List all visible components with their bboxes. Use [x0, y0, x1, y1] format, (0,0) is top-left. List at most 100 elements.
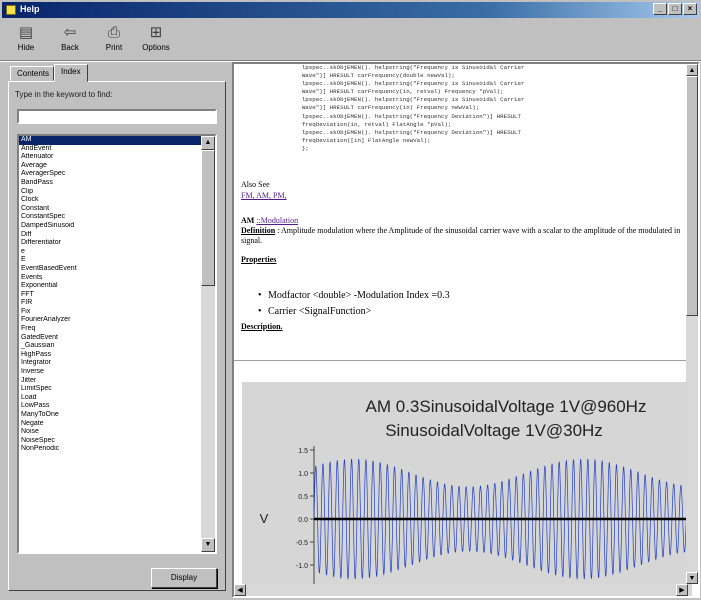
index-panel: Type in the keyword to find: AM AndEvent A… [8, 81, 226, 591]
minimize-button[interactable]: _ [653, 3, 667, 15]
index-list-item[interactable]: Average [19, 162, 201, 171]
tab-index[interactable]: Index [54, 64, 88, 82]
index-list-item[interactable]: Diff [19, 231, 201, 240]
options-button[interactable]: ⊞ Options [138, 22, 174, 58]
y-axis-label: V [260, 511, 269, 526]
scroll-thumb[interactable] [201, 150, 215, 286]
content-scroll-up-icon[interactable]: ▲ [686, 64, 698, 76]
help-window: Help _ □ × ▤ Hide ⇦ Back ⎙ Print ⊞ Options… [0, 0, 701, 600]
maximize-button[interactable]: □ [668, 3, 682, 15]
index-list-scrollbar[interactable]: ▲ ▼ [201, 136, 215, 552]
index-list-item[interactable]: DampedSinusoid [19, 222, 201, 231]
section-divider [234, 360, 688, 362]
index-list-item[interactable]: Integrator [19, 359, 201, 368]
scroll-up-arrow-icon[interactable]: ▲ [201, 136, 215, 150]
hide-icon: ▤ [18, 24, 34, 41]
index-list-item[interactable]: Events [19, 274, 201, 283]
definition-text: : Amplitude modulation where the Amplitu… [241, 226, 681, 245]
index-list-item[interactable]: Differentiator [19, 239, 201, 248]
content-scroll-down-icon[interactable]: ▼ [686, 572, 698, 584]
index-list-item[interactable]: ConstantSpec [19, 213, 201, 222]
definition: Definition : Amplitude modulation where … [241, 226, 686, 246]
code-line: Wave")] HRESULT carFrequency(in) Frequen… [274, 104, 480, 112]
content-horizontal-scrollbar[interactable]: ◀ ▶ [234, 584, 688, 596]
index-list-item[interactable]: EventBasedEvent [19, 265, 201, 274]
help-book-icon [6, 5, 16, 15]
index-list-item[interactable]: FFT [19, 291, 201, 300]
definition-label: Definition [241, 226, 276, 235]
index-list-item[interactable]: Load [19, 394, 201, 403]
index-list-item[interactable]: e [19, 248, 201, 257]
topic-content-pane: lpspec..skObjEMEN(). helpstring("Frequen… [232, 62, 700, 598]
scroll-down-arrow-icon[interactable]: ▼ [201, 538, 215, 552]
properties-list: • Modfactor <double> -Modulation Index =0… [258, 288, 658, 320]
hide-button[interactable]: ▤ Hide [8, 22, 44, 58]
content-scroll-left-icon[interactable]: ◀ [234, 584, 246, 596]
code-line: lpspec..skObjEMEN(). helpstring("Frequen… [274, 80, 525, 88]
content-scroll-right-icon[interactable]: ▶ [676, 584, 688, 596]
index-list-item[interactable]: Inverse [19, 368, 201, 377]
toolbar: ▤ Hide ⇦ Back ⎙ Print ⊞ Options [0, 20, 701, 60]
index-list-item[interactable]: AveragerSpec [19, 170, 201, 179]
chart-subtitle: SinusoidalVoltage 1V@30Hz [385, 421, 603, 440]
index-list-item[interactable]: Clock [19, 196, 201, 205]
content-scroll-thumb[interactable] [686, 76, 698, 316]
index-list-item[interactable]: LimitSpec [19, 385, 201, 394]
back-arrow-icon: ⇦ [63, 24, 77, 41]
index-list-item[interactable]: Fix [19, 308, 201, 317]
index-list-item[interactable]: E [19, 256, 201, 265]
index-list-item[interactable]: _Gaussian [19, 342, 201, 351]
properties-heading: Properties [241, 255, 277, 264]
y-tick-label: 1.0 [298, 471, 308, 478]
close-button[interactable]: × [683, 3, 697, 15]
back-button[interactable]: ⇦ Back [52, 22, 88, 58]
index-list-item[interactable]: LowPass [19, 402, 201, 411]
also-see-links[interactable]: FM, AM, PM, [241, 191, 287, 200]
topic-title: AM ::Modulation [241, 216, 298, 225]
index-list-item[interactable]: FIR [19, 299, 201, 308]
index-list-item[interactable]: Attenuator [19, 153, 201, 162]
code-line: lpspec..skObjEMEN(). helpstring("Frequen… [274, 112, 521, 120]
am-signal-chart: AM 0.3SinusoidalVoltage 1V@960Hz Sinusoid… [242, 382, 693, 596]
index-list-item[interactable]: Negate [19, 420, 201, 429]
index-list-item[interactable]: FourierAnalyzer [19, 316, 201, 325]
index-list-item[interactable]: HighPass [19, 351, 201, 360]
index-list-item[interactable]: AM [19, 136, 201, 145]
code-line: lpspec..skObjEMEN(). helpstring("Frequen… [274, 96, 525, 104]
options-label: Options [142, 43, 170, 52]
topic-base-link[interactable]: ::Modulation [256, 216, 298, 225]
window-controls: _ □ × [652, 3, 697, 17]
index-list-item[interactable]: BandPass [19, 179, 201, 188]
index-list-item[interactable]: NoiseSpec [19, 437, 201, 446]
navigation-pane: Contents Index Type in the keyword to fi… [4, 64, 228, 594]
description-heading: Description. [241, 322, 283, 331]
code-line: Wave")] HRESULT carFrequency(in, retval)… [274, 88, 504, 96]
index-list-item[interactable]: AndEvent [19, 145, 201, 154]
index-list-item[interactable]: Exponential [19, 282, 201, 291]
code-snippet: lpspec..skObjEMEN(). helpstring("Frequen… [274, 64, 674, 153]
index-list-item[interactable]: NonPeriodic [19, 445, 201, 454]
index-list-item[interactable]: Constant [19, 205, 201, 214]
topic-class: AM [241, 216, 255, 225]
display-button[interactable]: Display [151, 568, 217, 588]
back-label: Back [61, 43, 79, 52]
title-bar[interactable]: Help _ □ × [2, 2, 699, 18]
index-list-item[interactable]: Noise [19, 428, 201, 437]
index-list-item[interactable]: GatedEvent [19, 334, 201, 343]
index-list-item[interactable]: Jitter [19, 377, 201, 386]
keyword-input[interactable] [17, 109, 217, 124]
index-list-items: AM AndEvent Attenuator Average AveragerSpec B… [19, 136, 201, 454]
index-list-item[interactable]: ManyToOne [19, 411, 201, 420]
index-list-item[interactable]: Clip [19, 188, 201, 197]
y-tick-label: 1.5 [298, 448, 308, 455]
property-item: • Modfactor <double> -Modulation Index =0… [258, 290, 450, 301]
index-list[interactable]: AM AndEvent Attenuator Average AveragerSpec B… [17, 134, 217, 554]
y-tick-label: 0.0 [298, 517, 308, 524]
hide-label: Hide [17, 43, 35, 52]
content-vertical-scrollbar[interactable]: ▲ ▼ [686, 64, 698, 584]
index-list-item[interactable]: Freq [19, 325, 201, 334]
tab-contents[interactable]: Contents [10, 66, 54, 81]
window-title: Help [20, 4, 40, 14]
print-button[interactable]: ⎙ Print [96, 22, 132, 58]
code-line: Wave")] HRESULT carFrequency(double newV… [274, 72, 455, 80]
